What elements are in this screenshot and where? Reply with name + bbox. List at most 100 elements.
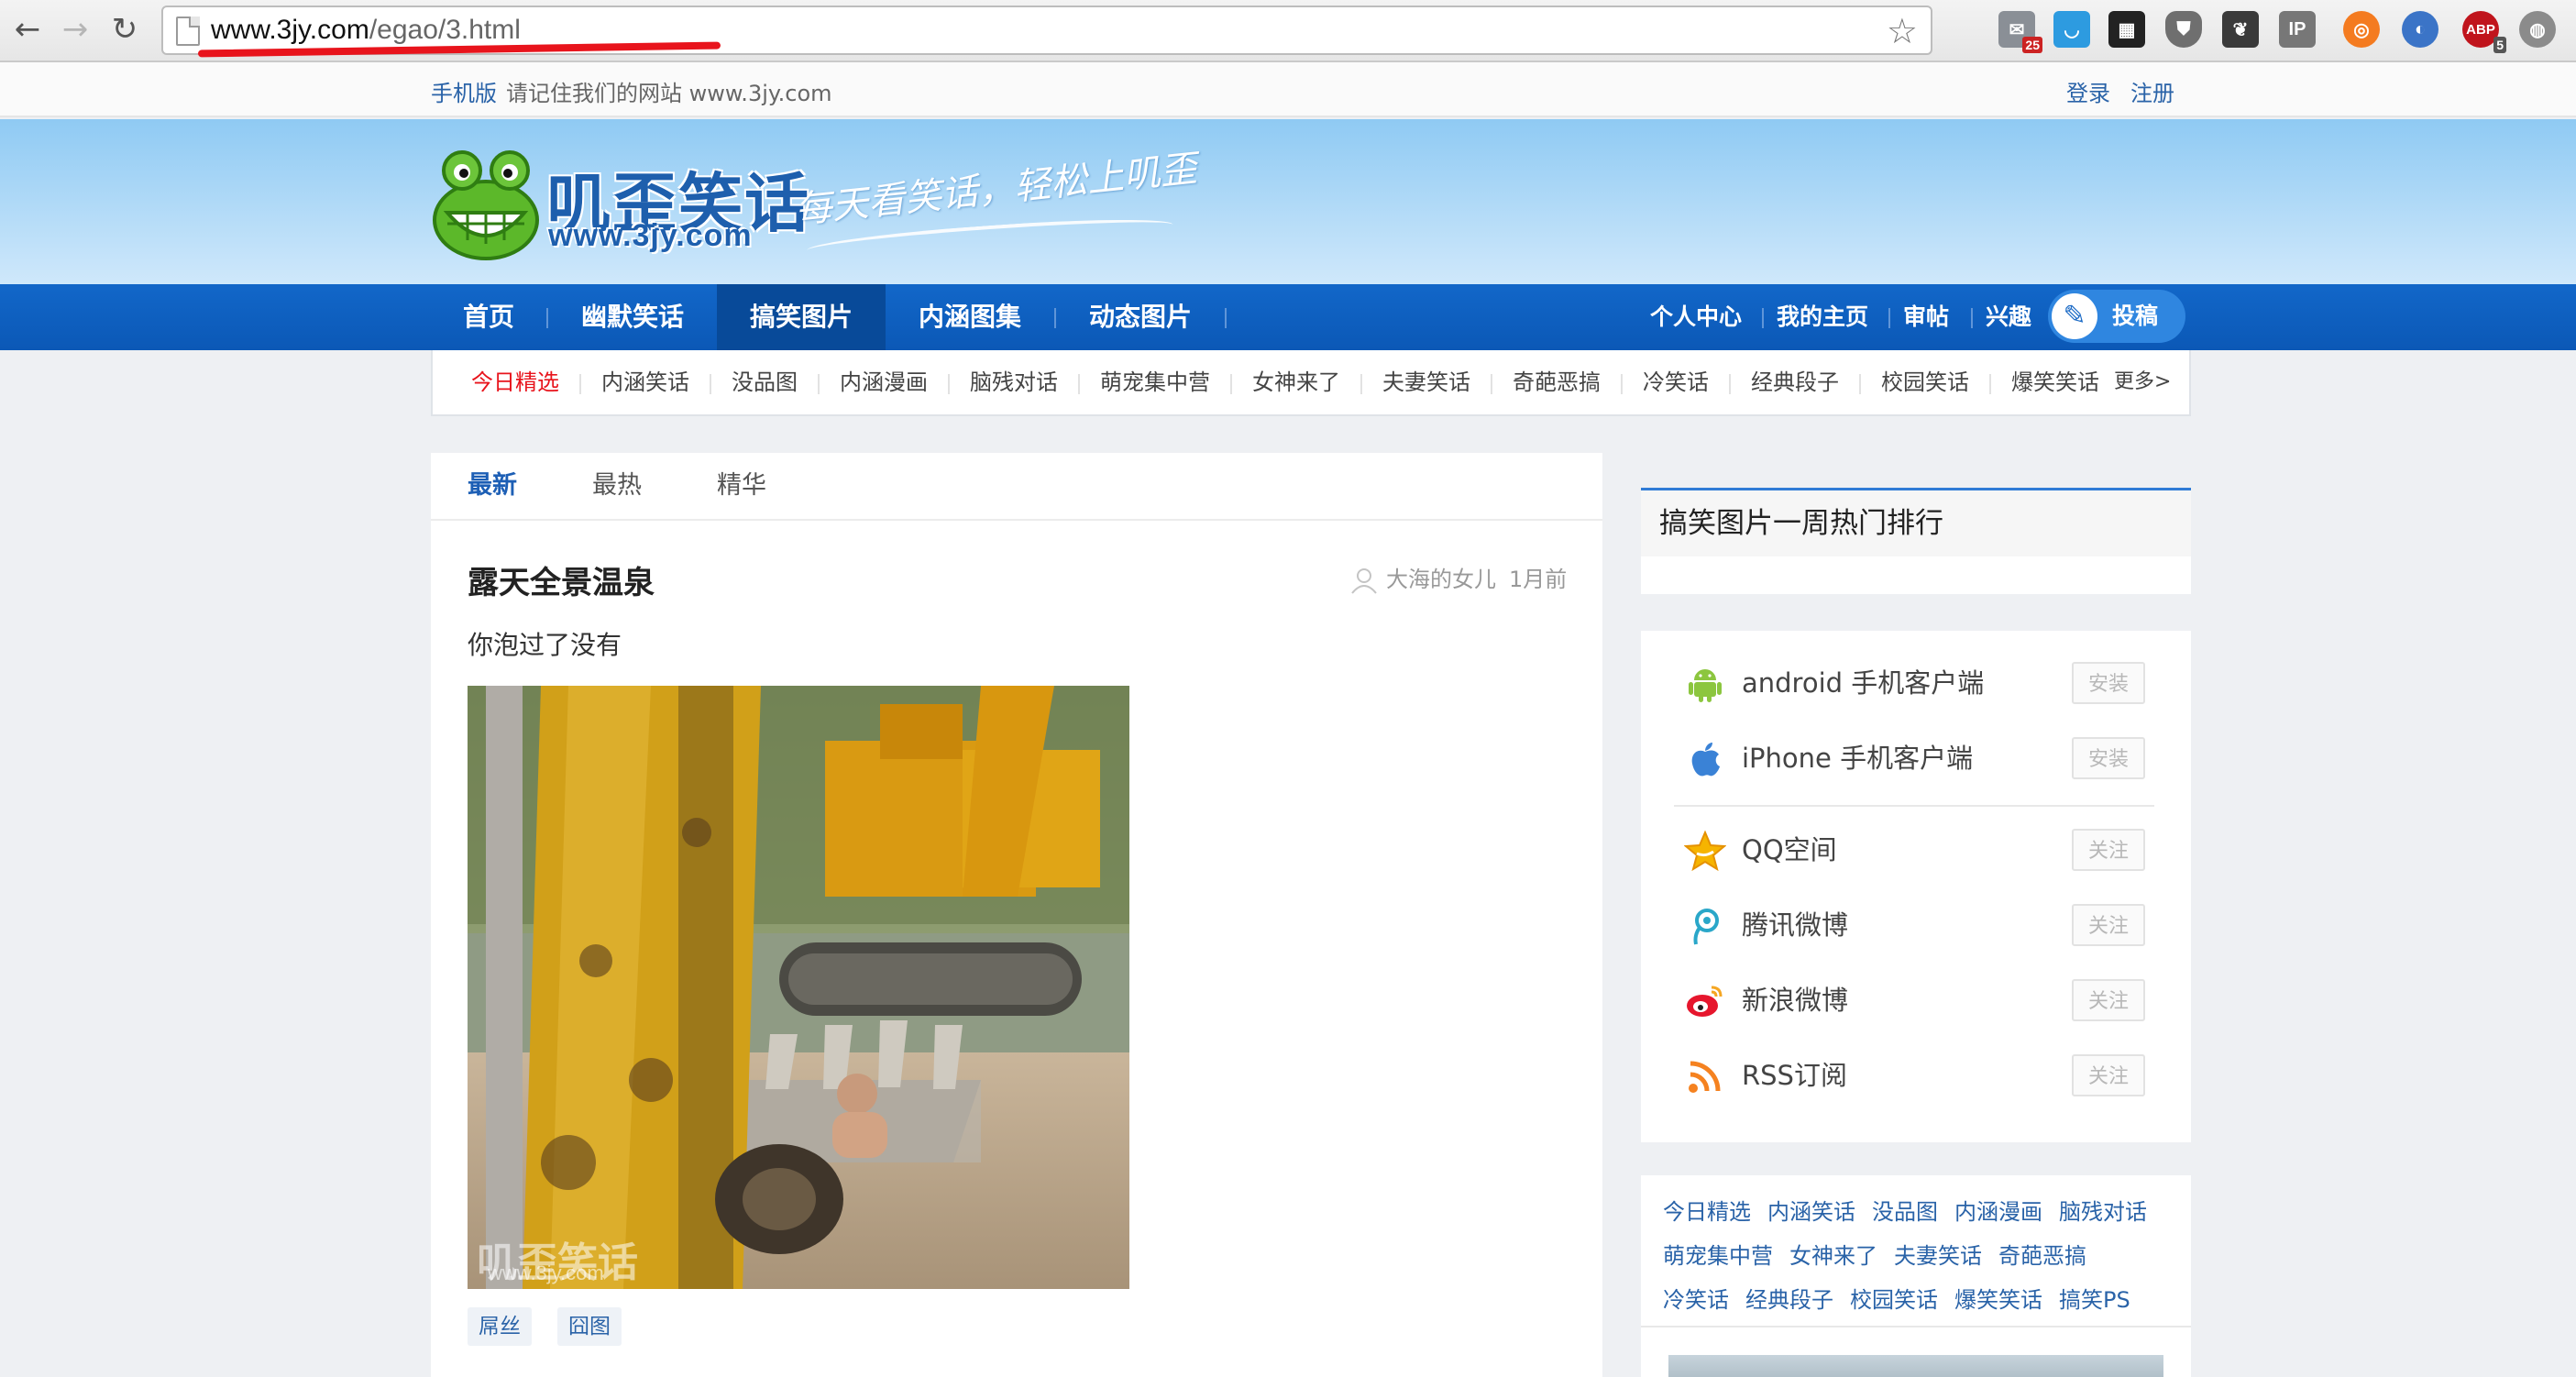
nav-item-funny-pics[interactable]: 搞笑图片 (717, 284, 886, 350)
nav-personal-center[interactable]: 个人中心 (1650, 284, 1742, 350)
header-banner: 叽歪笑话 www.3jy.com 每天看笑话，轻松上叽歪 (0, 119, 2576, 284)
subnav-item[interactable]: 夫妻笑话 (1382, 350, 1470, 414)
category-link[interactable]: 脑残对话 (2059, 1194, 2147, 1226)
category-link[interactable]: 今日精选 (1663, 1194, 1751, 1226)
category-link[interactable]: 搞笑PS (2059, 1282, 2130, 1314)
content-panel: 最新 最热 精华 露天全景温泉 大海的女儿 1月前 你泡过了没有 叽歪笑话 ww… (431, 453, 1602, 1377)
subnav-item[interactable]: 女神来了 (1252, 350, 1340, 414)
tencent-weibo-icon (1683, 904, 1727, 948)
category-link[interactable]: 爆笑笑话 (1954, 1282, 2042, 1314)
follow-button[interactable]: 关注 (2072, 1054, 2145, 1096)
tab-hottest[interactable]: 最热 (592, 453, 642, 519)
tab-featured[interactable]: 精华 (717, 453, 766, 519)
subnav-item[interactable]: 校园笑话 (1881, 350, 1969, 414)
subnav-separator (1078, 374, 1080, 394)
subnav-separator (1729, 374, 1731, 394)
subnav-item[interactable]: 今日精选 (471, 350, 559, 414)
shield-extension-icon[interactable]: ⛊ (2165, 11, 2202, 48)
nav-item-home[interactable]: 首页 (431, 284, 546, 350)
install-button[interactable]: 安装 (2072, 737, 2145, 779)
category-link[interactable]: 奇葩恶搞 (1998, 1238, 2086, 1270)
subnav-item[interactable]: 爆笑笑话 (2011, 350, 2099, 414)
subnav-item[interactable]: 萌宠集中营 (1100, 350, 1210, 414)
subnav-item[interactable]: 内涵笑话 (601, 350, 689, 414)
rss-icon (1683, 1054, 1727, 1098)
follow-button[interactable]: 关注 (2072, 979, 2145, 1021)
category-link[interactable]: 女神来了 (1789, 1238, 1877, 1270)
back-arrow-icon[interactable]: ← (7, 9, 48, 50)
android-icon (1683, 662, 1727, 706)
topbar-left: 手机版 请记住我们的网站 www.3jy.com (431, 75, 832, 107)
image-watermark-url: www.3jy.com (488, 1261, 604, 1284)
globe-extension-icon[interactable]: ◍ (2519, 11, 2556, 48)
lifebuoy-extension-icon[interactable]: ◎ (2343, 11, 2380, 48)
post-tag[interactable]: 囧图 (557, 1307, 622, 1346)
category-link[interactable]: 内涵漫画 (1954, 1194, 2042, 1226)
url-text[interactable]: www.3jy.com/egao/3.html (211, 15, 521, 46)
post-tag[interactable]: 屌丝 (468, 1307, 532, 1346)
frog-logo-icon[interactable] (431, 149, 541, 260)
app-label[interactable]: QQ空间 (1742, 818, 1837, 882)
install-button[interactable]: 安装 (2072, 662, 2145, 704)
category-link[interactable]: 夫妻笑话 (1894, 1238, 1982, 1270)
subnav-item[interactable]: 奇葩恶搞 (1513, 350, 1601, 414)
mail-badge: 25 (2022, 37, 2042, 53)
follow-button[interactable]: 关注 (2072, 829, 2145, 871)
subnav-item[interactable]: 经典段子 (1751, 350, 1839, 414)
reload-icon[interactable]: ↻ (105, 9, 145, 50)
bookmark-star-icon[interactable]: ☆ (1887, 11, 1918, 51)
pocket-extension-icon[interactable]: ◡ (2053, 11, 2090, 48)
app-label[interactable]: RSS订阅 (1742, 1043, 1847, 1107)
app-label[interactable]: iPhone 手机客户端 (1742, 726, 1973, 790)
category-link[interactable]: 内涵笑话 (1767, 1194, 1855, 1226)
nav-item-gifs[interactable]: 动态图片 (1056, 284, 1225, 350)
category-link[interactable]: 萌宠集中营 (1663, 1238, 1773, 1270)
post-subtitle: 你泡过了没有 (468, 630, 622, 660)
forward-arrow-icon[interactable]: → (55, 9, 95, 50)
app-follow-box: android 手机客户端 安装 iPhone 手机客户端 安装 QQ空间 关注… (1641, 631, 2191, 1142)
app-row-iphone: iPhone 手机客户端 安装 (1641, 726, 2191, 790)
adblock-extension-icon[interactable]: ABP 5 (2462, 11, 2506, 53)
nav-interest[interactable]: 兴趣 (1986, 284, 2031, 350)
nav-item-humor[interactable]: 幽默笑话 (548, 284, 717, 350)
app-label[interactable]: 新浪微博 (1742, 968, 1848, 1032)
mail-extension-icon[interactable]: ✉ 25 (1998, 11, 2042, 53)
ip-extension-icon[interactable]: IP (2279, 11, 2316, 48)
subnav-item[interactable]: 冷笑话 (1643, 350, 1709, 414)
browser-toolbar: ← → ↻ www.3jy.com/egao/3.html ☆ ✉ 25 ◡ ▦ … (0, 0, 2576, 62)
app-row-tencent-weibo: 腾讯微博 关注 (1641, 893, 2191, 957)
category-link[interactable]: 冷笑话 (1663, 1282, 1729, 1314)
nav-separator (1971, 308, 1973, 328)
mobile-version-link[interactable]: 手机版 (431, 81, 497, 106)
url-host: www.3jy.com (211, 15, 369, 45)
submit-post-button[interactable]: ✎ 投稿 (2048, 290, 2185, 343)
evernote-extension-icon[interactable]: ❦ (2222, 11, 2259, 48)
subnav-item[interactable]: 脑残对话 (970, 350, 1058, 414)
register-link[interactable]: 注册 (2130, 81, 2174, 106)
post-image[interactable]: 叽歪笑话 www.3jy.com (468, 686, 1129, 1289)
subnav-item[interactable]: 没品图 (732, 350, 798, 414)
category-link[interactable]: 校园笑话 (1850, 1282, 1938, 1314)
post-author[interactable]: 大海的女儿 (1386, 567, 1496, 592)
subnav-item[interactable]: 内涵漫画 (840, 350, 928, 414)
subnav-more-link[interactable]: 更多> (2114, 350, 2171, 414)
qr-code-extension-icon[interactable]: ▦ (2108, 11, 2145, 48)
excavator-hot-spring-photo (468, 686, 1129, 1289)
category-link[interactable]: 没品图 (1872, 1194, 1938, 1226)
category-link[interactable]: 经典段子 (1745, 1282, 1833, 1314)
address-bar[interactable]: www.3jy.com/egao/3.html ☆ (161, 6, 1932, 58)
post-title[interactable]: 露天全景温泉 (468, 557, 655, 602)
nav-item-albums[interactable]: 内涵图集 (886, 284, 1054, 350)
subnav-separator (1491, 374, 1492, 394)
app-label[interactable]: 腾讯微博 (1742, 893, 1848, 957)
screenshot-extension-icon[interactable]: ◐ (2402, 11, 2438, 48)
subnav-separator (1621, 374, 1623, 394)
app-label[interactable]: android 手机客户端 (1742, 651, 1984, 715)
qzone-star-icon (1683, 829, 1727, 873)
sidebar-thumbnail-image[interactable] (1668, 1355, 2163, 1377)
nav-review[interactable]: 审帖 (1903, 284, 1949, 350)
tab-latest[interactable]: 最新 (468, 453, 517, 519)
follow-button[interactable]: 关注 (2072, 904, 2145, 946)
login-link[interactable]: 登录 (2066, 81, 2110, 106)
nav-my-homepage[interactable]: 我的主页 (1777, 284, 1868, 350)
